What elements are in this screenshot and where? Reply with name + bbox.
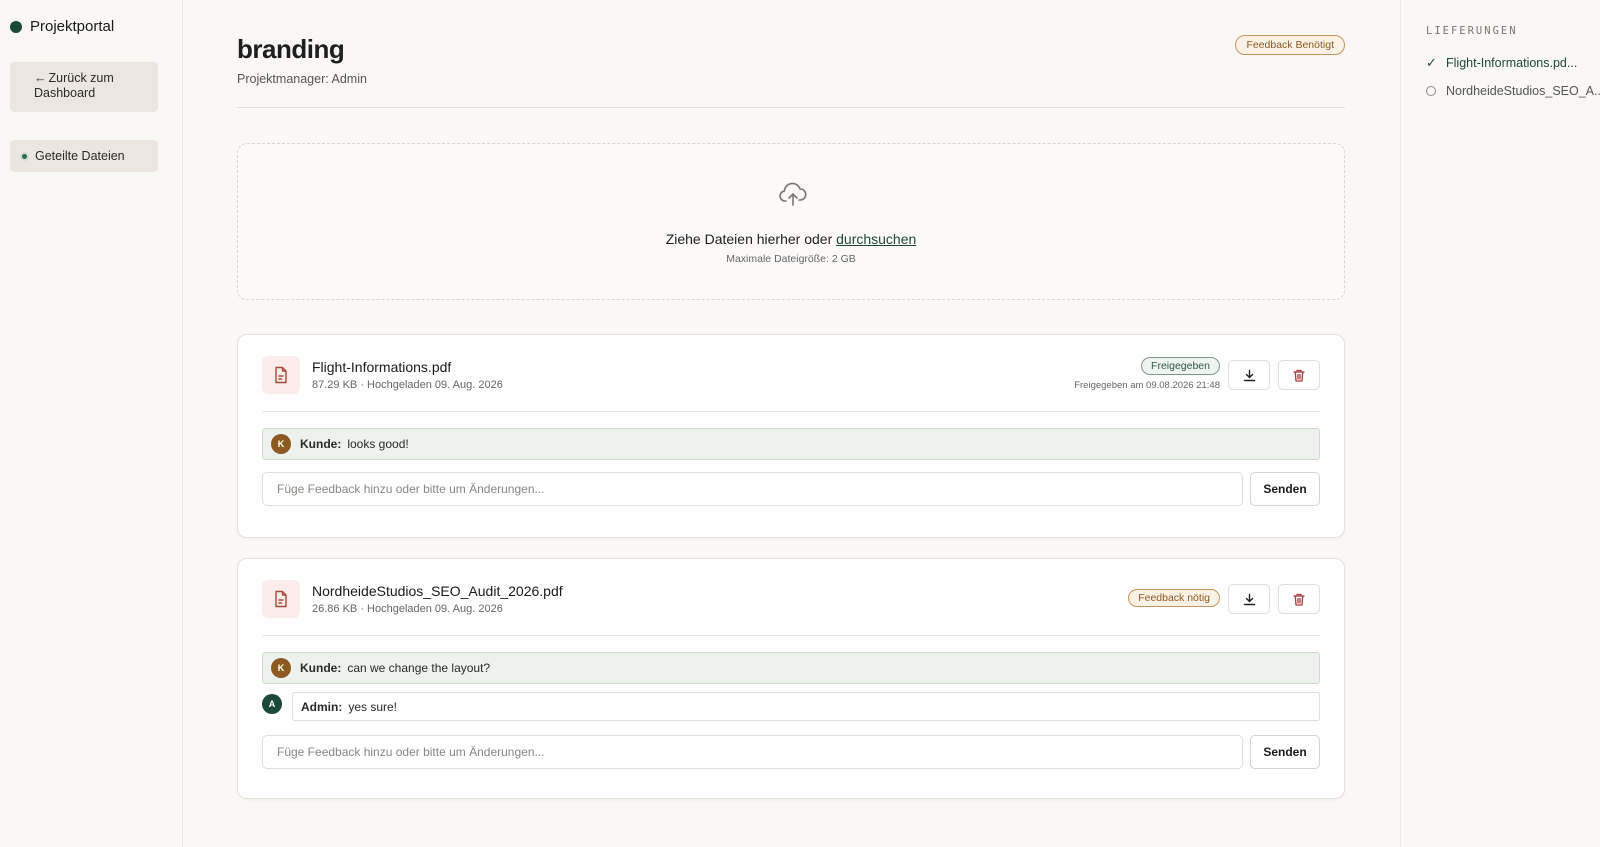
file-document-icon (262, 356, 300, 394)
sidebar-item-label: Geteilte Dateien (35, 149, 125, 163)
delivery-item-label: Flight-Informations.pd... (1446, 56, 1578, 70)
file-meta: 87.29 KB · Hochgeladen 09. Aug. 2026 (312, 379, 503, 391)
upload-cloud-icon (779, 182, 807, 206)
comment: K Kunde: can we change the layout? (262, 652, 1320, 684)
active-indicator-icon (22, 153, 27, 159)
status-badge: Feedback Benötigt (1235, 35, 1345, 55)
arrow-left-icon: ← (34, 71, 47, 85)
comment-text: looks good! (347, 437, 409, 451)
delete-button[interactable] (1278, 360, 1320, 390)
status-badge: Freigegeben (1141, 357, 1220, 375)
project-manager-label: Projektmanager: Admin (237, 72, 367, 86)
upload-instructions: Ziehe Dateien hierher oder durchsuchen (238, 231, 1344, 247)
divider (237, 107, 1345, 108)
deliveries-sidebar: LIEFERUNGEN ✓ Flight-Informations.pd... … (1400, 0, 1600, 847)
file-meta: 26.86 KB · Hochgeladen 09. Aug. 2026 (312, 603, 503, 615)
avatar: K (271, 434, 291, 454)
divider (262, 635, 1320, 636)
send-button[interactable]: Senden (1250, 472, 1320, 506)
file-name: Flight-Informations.pdf (312, 359, 452, 375)
download-icon (1243, 593, 1255, 605)
sidebar-item-shared-files[interactable]: Geteilte Dateien (10, 140, 158, 172)
download-icon (1243, 369, 1255, 381)
feedback-input[interactable] (262, 472, 1243, 506)
brand-logo-dot (10, 20, 22, 33)
upload-dropzone[interactable]: Ziehe Dateien hierher oder durchsuchen M… (237, 143, 1345, 300)
delivery-item[interactable]: ✓ Flight-Informations.pd... (1426, 55, 1577, 71)
page-title: branding (237, 34, 345, 64)
status-badge: Feedback nötig (1128, 589, 1220, 607)
browse-link[interactable]: durchsuchen (836, 231, 916, 247)
divider (262, 411, 1320, 412)
delivery-item[interactable]: NordheideStudios_SEO_A... (1426, 84, 1600, 98)
left-sidebar: Projektportal ← Zurück zum Dashboard Gete… (0, 0, 183, 847)
deliveries-heading: LIEFERUNGEN (1426, 25, 1518, 37)
comment-author: Kunde: (300, 437, 342, 451)
circle-icon (1426, 86, 1436, 96)
download-button[interactable] (1228, 360, 1270, 390)
trash-icon (1293, 593, 1305, 606)
send-button[interactable]: Senden (1250, 735, 1320, 769)
upload-size-limit: Maximale Dateigröße: 2 GB (726, 253, 856, 265)
comment-author: Admin: (301, 699, 343, 714)
feedback-input[interactable] (262, 735, 1243, 769)
back-to-dashboard-button[interactable]: ← Zurück zum Dashboard (10, 62, 158, 112)
comment-text: can we change the layout? (347, 661, 491, 675)
file-card: NordheideStudios_SEO_Audit_2026.pdf 26.8… (237, 558, 1345, 799)
main-content: branding Projektmanager: Admin Feedback … (237, 0, 1345, 847)
delivery-item-label: NordheideStudios_SEO_A... (1446, 84, 1600, 98)
avatar: K (271, 658, 291, 678)
brand: Projektportal (10, 18, 114, 35)
trash-icon (1293, 369, 1305, 382)
check-icon: ✓ (1426, 55, 1437, 70)
comment: Admin: yes sure! (292, 692, 1320, 721)
comment-text: yes sure! (348, 699, 398, 714)
brand-name: Projektportal (30, 18, 115, 35)
comment: K Kunde: looks good! (262, 428, 1320, 460)
download-button[interactable] (1228, 584, 1270, 614)
file-document-icon (262, 580, 300, 618)
comment-author: Kunde: (300, 661, 342, 675)
approval-timestamp: Freigegeben am 09.08.2026 21:48 (1074, 380, 1220, 391)
file-name: NordheideStudios_SEO_Audit_2026.pdf (312, 583, 563, 599)
delete-button[interactable] (1278, 584, 1320, 614)
file-card: Flight-Informations.pdf 87.29 KB · Hochg… (237, 334, 1345, 538)
avatar: A (262, 694, 282, 714)
upload-text: Ziehe Dateien hierher oder (665, 231, 833, 247)
